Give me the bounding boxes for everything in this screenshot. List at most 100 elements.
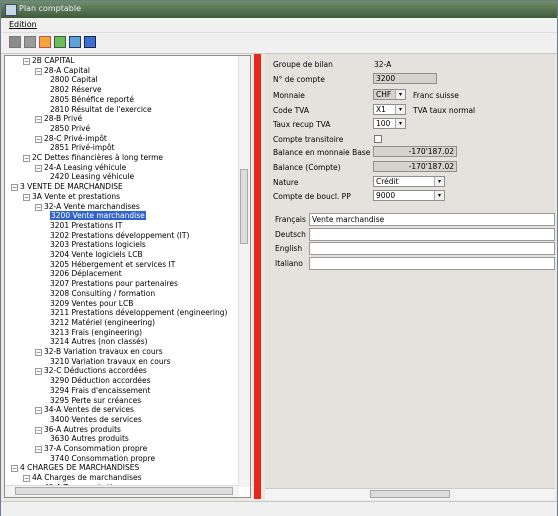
delete-icon[interactable]: [39, 36, 51, 48]
currency-description: Franc suisse: [413, 91, 459, 100]
list-icon[interactable]: [24, 36, 36, 48]
scroll-thumb[interactable]: [240, 169, 248, 244]
tree-toggle-icon[interactable]: −: [11, 184, 18, 192]
tree-node[interactable]: 3740 Consommation propre: [47, 454, 155, 464]
tree-node[interactable]: 3202 Prestations développement (IT): [47, 231, 189, 241]
tree-node-label: 2805 Bénéfice reporté: [50, 94, 134, 104]
tree-toggle-icon[interactable]: −: [35, 407, 42, 415]
tree-node[interactable]: 3630 Autres produits: [47, 434, 129, 444]
menu-edition[interactable]: Edition: [9, 20, 37, 29]
tree-vertical-scrollbar[interactable]: [238, 56, 250, 487]
tree-toggle-icon[interactable]: −: [23, 475, 30, 483]
tree-node[interactable]: 2810 Résultat de l'exercice: [47, 105, 152, 115]
tree-toggle-icon[interactable]: −: [35, 446, 42, 453]
account-number-field[interactable]: 3200: [373, 73, 437, 84]
tree-node[interactable]: 3290 Déduction accordées: [47, 376, 151, 386]
tree-toggle-icon[interactable]: −: [35, 164, 42, 172]
tree-node[interactable]: −28-B Privé: [35, 114, 82, 124]
refresh-icon[interactable]: [54, 36, 66, 48]
tree-toggle-icon[interactable]: −: [23, 193, 30, 201]
tree-node[interactable]: −3 VENTE DE MARCHANDISE: [11, 182, 123, 192]
tree-node[interactable]: 2420 Leasing véhicule: [47, 172, 134, 182]
tree-node[interactable]: 3210 Variation travaux en cours: [47, 357, 171, 367]
tree-toggle-icon[interactable]: −: [35, 203, 42, 211]
tree-node[interactable]: 2805 Bénéfice reporté: [47, 95, 134, 105]
tree-node[interactable]: 3204 Vente logiciels LCB: [47, 250, 143, 260]
tree-node[interactable]: 3212 Matériel (engineering): [47, 318, 155, 328]
chevron-down-icon[interactable]: ▾: [395, 105, 405, 114]
scroll-thumb[interactable]: [370, 490, 450, 498]
tree-toggle-icon[interactable]: −: [35, 116, 42, 124]
tree-toggle-icon[interactable]: −: [35, 67, 42, 75]
tree-node[interactable]: 3201 Prestations IT: [47, 221, 122, 231]
tree-node[interactable]: 3400 Ventes de services: [47, 415, 142, 425]
tree-node[interactable]: 3207 Prestations pour partenaires: [47, 279, 178, 289]
tree-node[interactable]: 3213 Frais (engineering): [47, 328, 142, 338]
tree-node[interactable]: 3211 Prestations développement (engineer…: [47, 308, 227, 318]
tree-node[interactable]: −28-C Privé-impôt: [35, 134, 107, 144]
tree-node[interactable]: 3294 Frais d'encaissement: [47, 386, 150, 396]
closing-account-select[interactable]: 9000 ▾: [373, 190, 445, 201]
grid-icon[interactable]: [9, 36, 21, 48]
tree-node[interactable]: −32-B Variation travaux en cours: [35, 347, 163, 357]
splitter[interactable]: [254, 54, 261, 499]
tree-toggle-icon[interactable]: −: [35, 135, 42, 143]
tree-toggle-icon[interactable]: −: [35, 368, 42, 376]
tree-horizontal-scrollbar[interactable]: [5, 485, 239, 497]
transitoire-checkbox[interactable]: [374, 135, 382, 143]
tree-node[interactable]: 3214 Autres (non classés): [47, 337, 148, 347]
tree-toggle-icon[interactable]: −: [35, 426, 42, 434]
tree-node[interactable]: 3200 Vente marchandise: [47, 211, 146, 221]
tree-node[interactable]: 3206 Déplacement: [47, 269, 122, 279]
chevron-down-icon[interactable]: ▾: [395, 90, 405, 99]
exit-icon[interactable]: [84, 36, 96, 48]
description-it-input[interactable]: [309, 257, 555, 270]
tree-toggle-icon[interactable]: −: [23, 155, 30, 162]
scroll-thumb[interactable]: [15, 487, 233, 495]
chevron-down-icon[interactable]: ▾: [434, 177, 444, 186]
tree-node[interactable]: −37-A Consommation propre: [35, 444, 147, 454]
tree-node[interactable]: −28-A Capital: [35, 66, 90, 76]
tree-node[interactable]: −2B CAPITAL: [23, 56, 75, 66]
panel-horizontal-scrollbar[interactable]: [265, 488, 555, 500]
tree-node[interactable]: 3203 Prestations logiciels: [47, 240, 146, 250]
tree-node[interactable]: −32-A Vente marchandises: [35, 202, 140, 212]
tree-node[interactable]: 3209 Ventes pour LCB: [47, 299, 133, 309]
tree-node[interactable]: 2851 Privé-impôt: [47, 143, 114, 153]
tree-node[interactable]: 2800 Capital: [47, 75, 98, 85]
tree-node-label: 3290 Déduction accordées: [50, 376, 151, 386]
tree-node-label: 36-A Autres produits: [44, 424, 121, 434]
tree-node[interactable]: −34-A Ventes de services: [35, 405, 134, 415]
tree-node[interactable]: −2C Dettes financières à long terme: [23, 153, 163, 163]
chevron-down-icon[interactable]: ▾: [395, 119, 405, 128]
tree-node[interactable]: 2850 Privé: [47, 124, 90, 134]
tree-node[interactable]: 2802 Réserve: [47, 85, 102, 95]
sync-icon[interactable]: [69, 36, 81, 48]
currency-select[interactable]: CHF ▾: [373, 89, 406, 100]
tree-node-label: 3205 Hébergement et services IT: [50, 259, 176, 269]
tree-node-label: 3201 Prestations IT: [50, 220, 123, 230]
tree-node[interactable]: 3205 Hébergement et services IT: [47, 260, 175, 270]
tree-toggle-icon[interactable]: −: [35, 349, 42, 356]
chevron-down-icon[interactable]: ▾: [434, 191, 444, 200]
tree-node[interactable]: 3295 Perte sur créances: [47, 396, 141, 406]
nature-select[interactable]: Crédit ▾: [373, 176, 445, 187]
tree-toggle-icon[interactable]: −: [11, 465, 18, 473]
description-fr-input[interactable]: Vente marchandise: [309, 213, 555, 226]
boucl-value: 9000: [376, 191, 396, 200]
description-de-input[interactable]: [309, 228, 555, 241]
tree-node[interactable]: −4A Charges de marchandises: [23, 473, 142, 483]
tree-node-label: 3630 Autres produits: [50, 434, 129, 444]
tree-node[interactable]: −3A Vente et prestations: [23, 192, 120, 202]
description-en-input[interactable]: [309, 242, 555, 255]
account-tree[interactable]: −2B CAPITAL −28-A Capital 2800 Capital 2802…: [4, 55, 251, 498]
tree-toggle-icon[interactable]: −: [23, 58, 30, 65]
tree-node-label: 2B CAPITAL: [32, 56, 75, 65]
tva-code-select[interactable]: X1 ▾: [373, 104, 406, 115]
tree-node[interactable]: 3208 Consulting / formation: [47, 289, 155, 299]
tva-rate-select[interactable]: 100 ▾: [373, 118, 406, 129]
tree-node[interactable]: −36-A Autres produits: [35, 425, 121, 435]
tree-node[interactable]: −32-C Déductions accordées: [35, 366, 147, 376]
tree-node[interactable]: −4 CHARGES DE MARCHANDISES: [11, 463, 139, 473]
tree-node[interactable]: −24-A Leasing véhicule: [35, 163, 126, 173]
